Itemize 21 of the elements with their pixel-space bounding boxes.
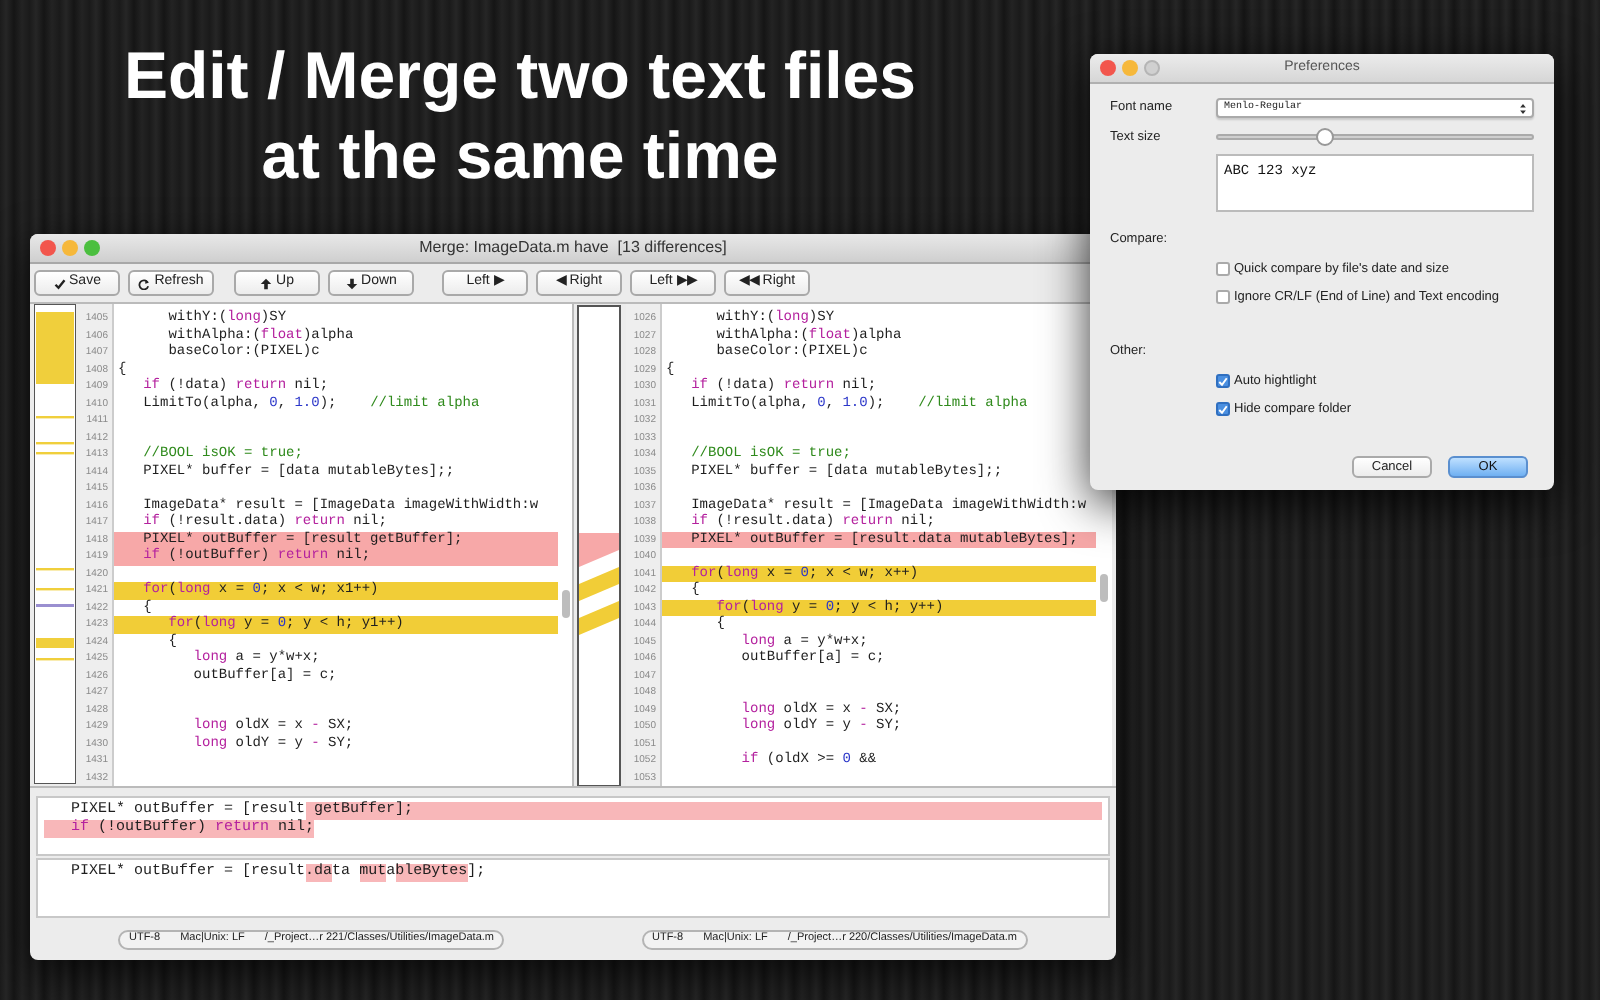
checkbox[interactable] xyxy=(1216,374,1230,388)
checkbox[interactable] xyxy=(1216,290,1230,305)
headline-text: at the same time xyxy=(261,116,779,196)
headline-text: Edit / Merge two text files xyxy=(123,36,917,116)
slider-track[interactable] xyxy=(1216,134,1534,140)
check-icon xyxy=(53,277,66,289)
checkbox[interactable] xyxy=(1216,402,1230,416)
scrollbar-thumb[interactable] xyxy=(562,590,570,618)
close-button[interactable] xyxy=(40,240,56,256)
close-button[interactable] xyxy=(1100,60,1116,76)
scrollbar-thumb[interactable] xyxy=(1100,574,1108,602)
minimize-button[interactable] xyxy=(62,240,78,256)
down-arrow-icon xyxy=(345,277,358,289)
minimize-button[interactable] xyxy=(1122,60,1138,76)
zoom-button[interactable] xyxy=(84,240,100,256)
updown-arrows-icon xyxy=(1520,103,1526,113)
up-arrow-icon xyxy=(260,277,273,289)
refresh-icon xyxy=(138,277,151,289)
checkbox[interactable] xyxy=(1216,262,1230,277)
slider-thumb[interactable] xyxy=(1315,128,1334,146)
window-title: Merge: ImageData.m have [13 differences] xyxy=(419,236,727,260)
